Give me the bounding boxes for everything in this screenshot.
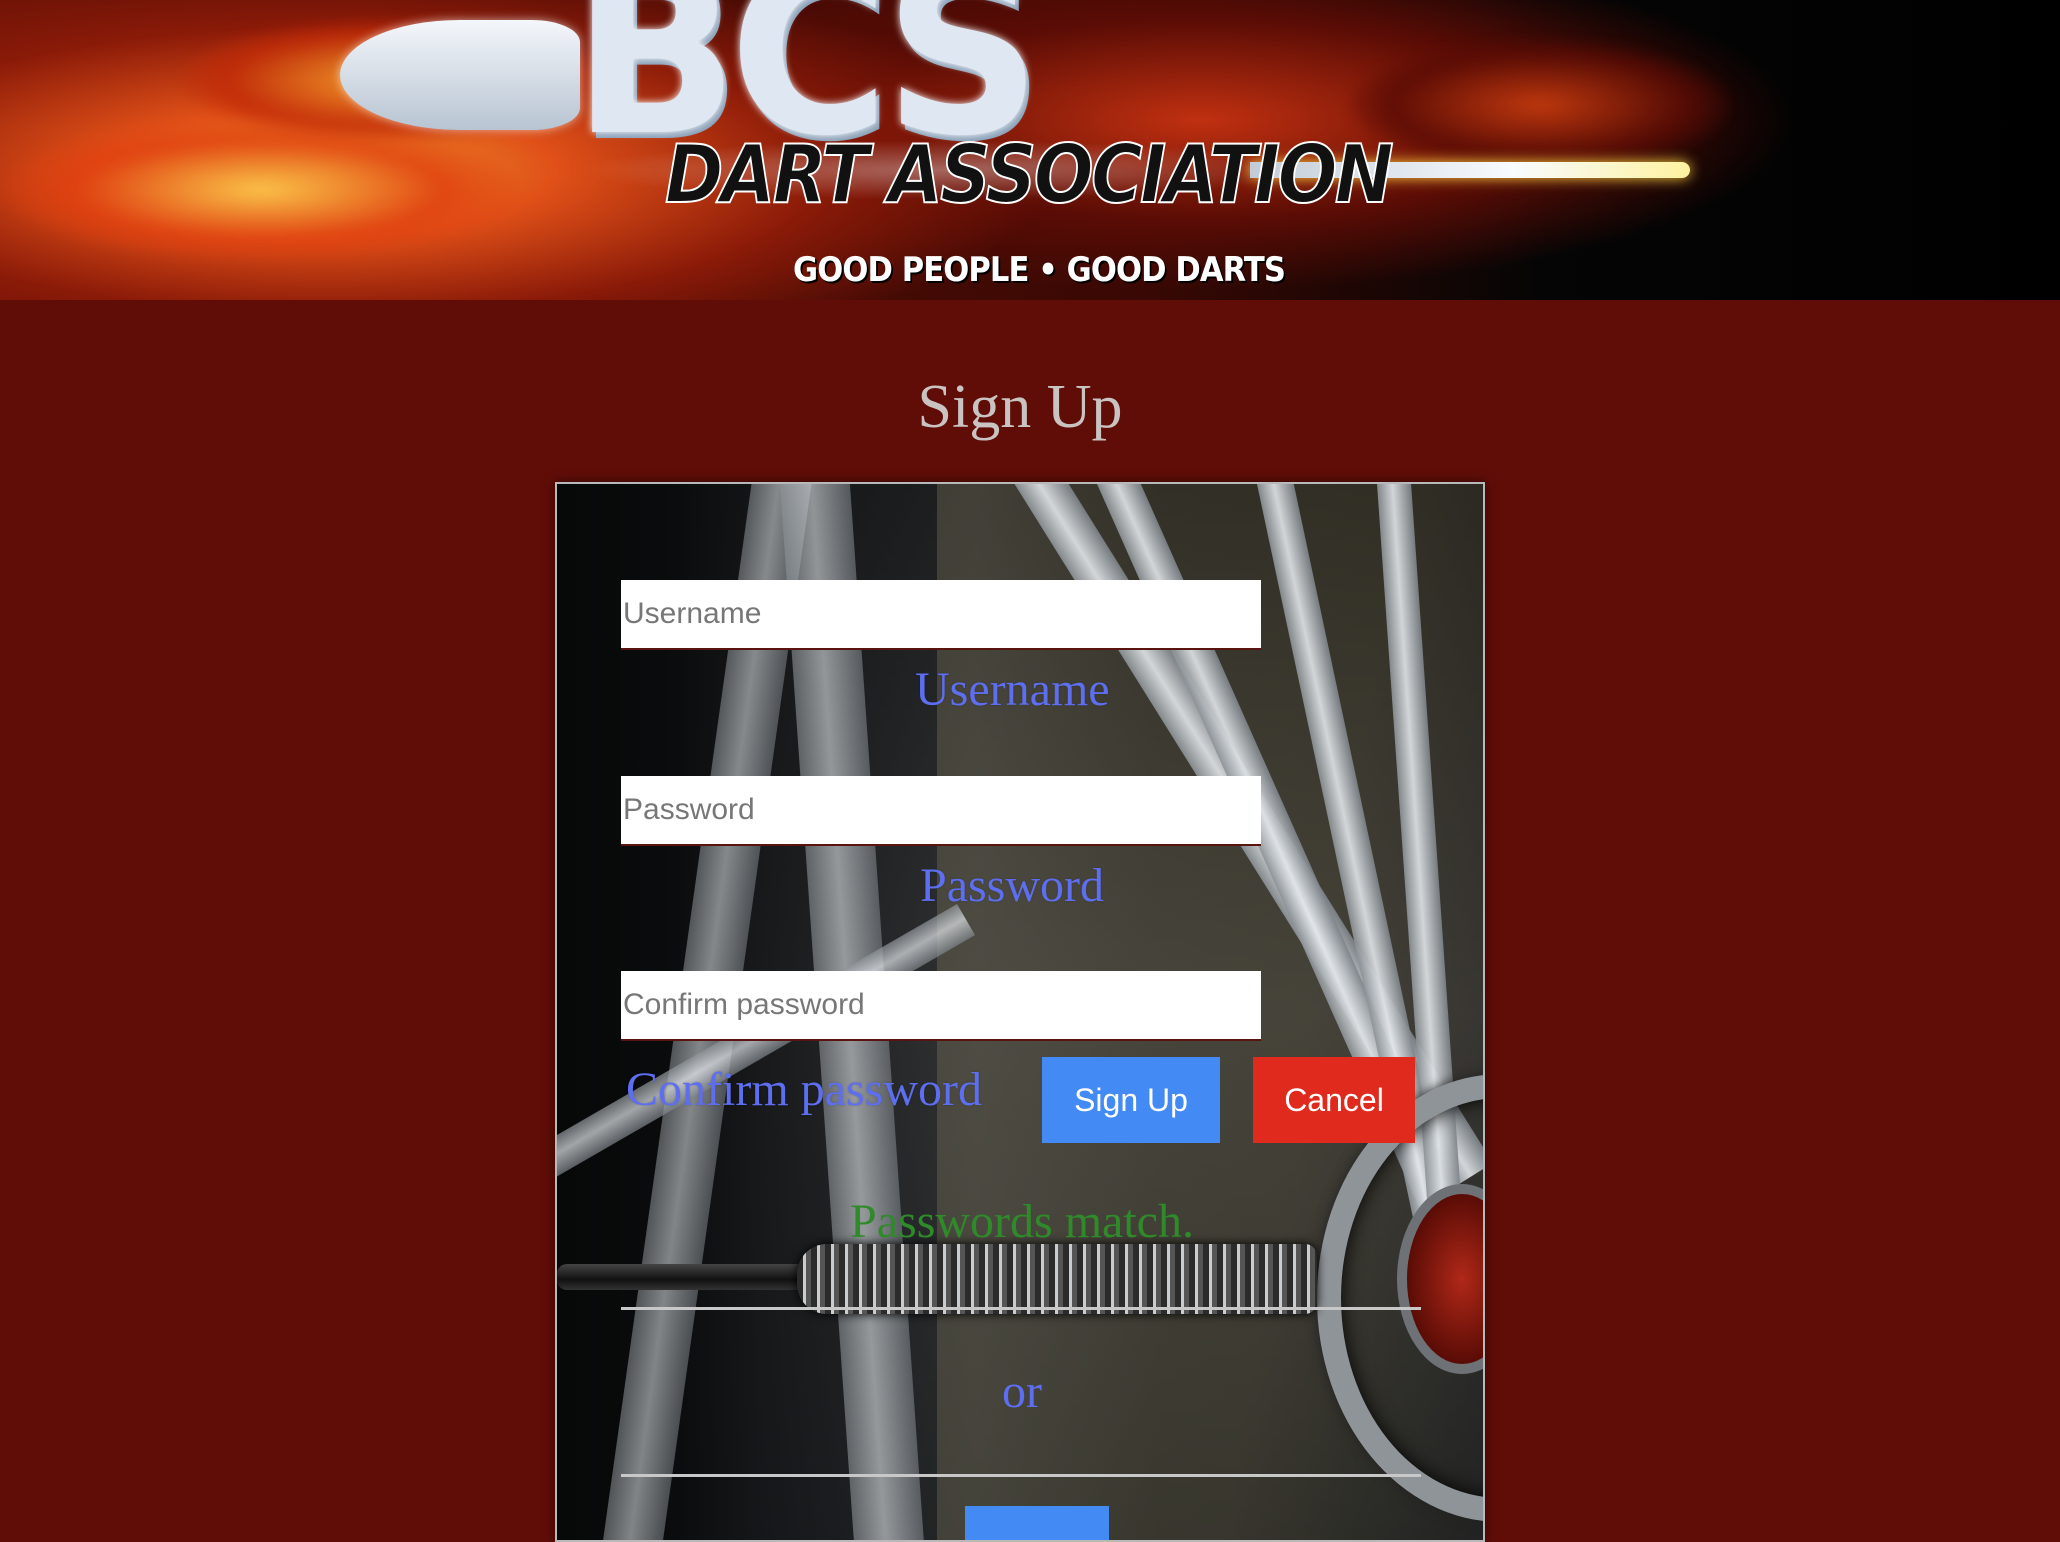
- dart-flight-graphic: [340, 20, 580, 130]
- dart-barrel-graphic: [797, 1244, 1317, 1314]
- divider-line-bottom: [621, 1474, 1421, 1477]
- confirm-password-input[interactable]: [621, 971, 1261, 1041]
- flame-decoration: [1350, 40, 1730, 170]
- or-divider-text: or: [1002, 1365, 1042, 1418]
- flame-decoration: [0, 120, 520, 260]
- signup-form-card: Username Password Confirm password Sign …: [555, 482, 1485, 1542]
- page-title: Sign Up: [917, 373, 1123, 441]
- password-input[interactable]: [621, 776, 1261, 846]
- site-banner: BCS DART ASSOCIATION GOOD PEOPLE • GOOD …: [0, 0, 2060, 300]
- signup-button[interactable]: Sign Up: [1042, 1057, 1220, 1143]
- password-match-status: Passwords match.: [850, 1195, 1194, 1248]
- cancel-button[interactable]: Cancel: [1253, 1057, 1415, 1143]
- logo-tagline: GOOD PEOPLE • GOOD DARTS: [793, 250, 1286, 290]
- alternate-signin-button[interactable]: [965, 1506, 1109, 1540]
- username-label: Username: [915, 663, 1110, 716]
- confirm-password-label: Confirm password: [626, 1063, 982, 1116]
- logo-title: DART ASSOCIATION: [664, 127, 1394, 222]
- password-label: Password: [920, 859, 1105, 912]
- divider-line-top: [621, 1307, 1421, 1310]
- username-input[interactable]: [621, 580, 1261, 650]
- dart-shaft-graphic: [557, 1264, 817, 1290]
